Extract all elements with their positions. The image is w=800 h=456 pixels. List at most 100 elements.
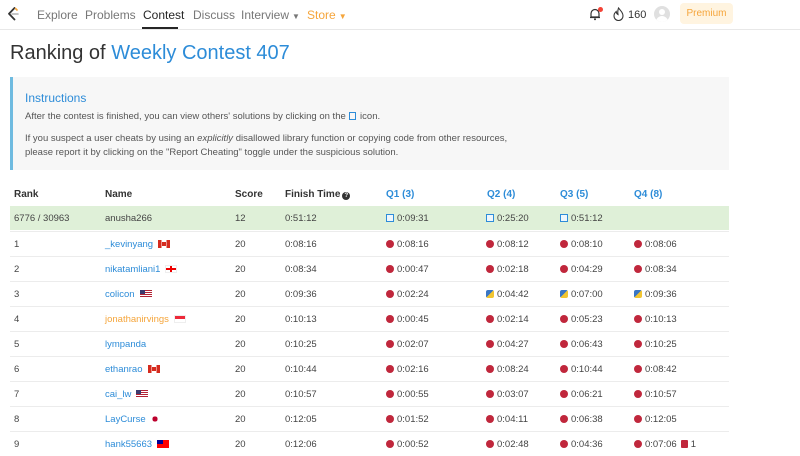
nav-explore[interactable]: Explore <box>37 8 78 22</box>
q4-cell[interactable]: 0:10:25 <box>634 339 677 350</box>
rank-cell: 7 <box>14 389 20 400</box>
name-cell[interactable]: colicon <box>105 289 152 300</box>
q1-cell[interactable]: 0:01:52 <box>386 414 429 425</box>
q1-cell[interactable]: 0:00:45 <box>386 314 429 325</box>
name-cell[interactable]: ethanrao <box>105 364 160 375</box>
q3-cell[interactable]: 0:04:29 <box>560 264 603 275</box>
q3-cell[interactable]: 0:06:21 <box>560 389 603 400</box>
q2-time: 0:08:12 <box>497 239 529 250</box>
q3-time: 0:10:44 <box>571 364 603 375</box>
q2-cell[interactable]: 0:03:07 <box>486 389 529 400</box>
q1-cell[interactable]: 0:02:16 <box>386 364 429 375</box>
flame-icon[interactable] <box>612 7 625 21</box>
q3-cell[interactable]: 0:05:23 <box>560 314 603 325</box>
q4-cell[interactable]: 0:08:06 <box>634 239 677 250</box>
q4-cell[interactable]: 0:10:13 <box>634 314 677 325</box>
contest-link[interactable]: Weekly Contest 407 <box>111 42 290 64</box>
q4-cell[interactable]: 0:09:36 <box>634 289 677 300</box>
q3-cell[interactable]: 0:10:44 <box>560 364 603 375</box>
q3-time: 0:06:43 <box>571 339 603 350</box>
nav-interview[interactable]: Interview ▼ <box>241 8 300 22</box>
table-row: 8 LayCurse 20 0:12:05 0:01:52 0:04:11 0:… <box>10 406 729 430</box>
python-icon <box>486 290 494 298</box>
name-cell[interactable]: lympanda <box>105 339 146 350</box>
q2-cell[interactable]: 0:08:24 <box>486 364 529 375</box>
name-cell[interactable]: jonathanirvings <box>105 314 186 325</box>
cpp-icon <box>486 365 494 373</box>
name-cell[interactable]: cai_lw <box>105 389 149 400</box>
finish-cell: 0:51:12 <box>285 213 317 224</box>
q4-cell[interactable]: 0:12:05 <box>634 414 677 425</box>
score-cell: 20 <box>235 264 246 275</box>
q1-cell[interactable]: 0:02:07 <box>386 339 429 350</box>
q1-cell[interactable]: 0:02:24 <box>386 289 429 300</box>
score-cell: 20 <box>235 314 246 325</box>
q1-cell[interactable]: 0:09:31 <box>386 213 429 224</box>
q2-cell[interactable]: 0:04:27 <box>486 339 529 350</box>
q3-cell[interactable]: 0:08:10 <box>560 239 603 250</box>
premium-button[interactable]: Premium <box>680 3 733 24</box>
q4-cell[interactable]: 0:10:57 <box>634 389 677 400</box>
instructions-title: Instructions <box>25 91 87 105</box>
q3-cell[interactable]: 0:06:43 <box>560 339 603 350</box>
q1-cell[interactable]: 0:00:47 <box>386 264 429 275</box>
q4-time: 0:08:42 <box>645 364 677 375</box>
q3-cell[interactable]: 0:51:12 <box>560 213 603 224</box>
table-row: 4 jonathanirvings 20 0:10:13 0:00:45 0:0… <box>10 306 729 330</box>
cpp-icon <box>560 340 568 348</box>
user-name: nikatamliani1 <box>105 264 161 275</box>
nav-problems[interactable]: Problems <box>85 8 136 22</box>
q2-cell[interactable]: 0:02:14 <box>486 314 529 325</box>
nav-discuss[interactable]: Discuss <box>193 8 235 22</box>
finish-cell: 0:12:05 <box>285 414 317 425</box>
q2-cell[interactable]: 0:02:18 <box>486 264 529 275</box>
leetcode-logo-icon[interactable] <box>6 7 20 21</box>
q1-cell[interactable]: 0:00:55 <box>386 389 429 400</box>
name-cell[interactable]: LayCurse <box>105 414 159 425</box>
q3-cell[interactable]: 0:06:38 <box>560 414 603 425</box>
flag-georgia-icon <box>165 265 178 273</box>
help-icon[interactable]: ? <box>342 192 351 200</box>
q1-cell[interactable]: 0:00:52 <box>386 439 429 450</box>
name-cell[interactable]: anusha266 <box>105 213 152 224</box>
q4-cell[interactable]: 0:08:42 <box>634 364 677 375</box>
cpp-icon <box>634 340 642 348</box>
instructions-line-2: If you suspect a user cheats by using an… <box>25 133 507 144</box>
q1-cell[interactable]: 0:08:16 <box>386 239 429 250</box>
avatar[interactable] <box>654 6 670 22</box>
header-q3[interactable]: Q3 (5) <box>560 189 588 200</box>
name-cell[interactable]: nikatamliani1 <box>105 264 178 275</box>
table-row: 6 ethanrao 20 0:10:44 0:02:16 0:08:24 0:… <box>10 356 729 380</box>
name-cell[interactable]: _kevinyang <box>105 239 171 250</box>
q3-cell[interactable]: 0:04:36 <box>560 439 603 450</box>
header-q4[interactable]: Q4 (8) <box>634 189 662 200</box>
cpp-icon <box>386 240 394 248</box>
chevron-down-icon: ▼ <box>292 12 300 21</box>
q4-cell[interactable]: 0:08:34 <box>634 264 677 275</box>
q3-cell[interactable]: 0:07:00 <box>560 289 603 300</box>
header-q1[interactable]: Q1 (3) <box>386 189 414 200</box>
q2-cell[interactable]: 0:25:20 <box>486 213 529 224</box>
name-cell[interactable]: hank55663 <box>105 439 170 450</box>
q3-time: 0:04:36 <box>571 439 603 450</box>
nav-interview-label: Interview <box>241 8 290 22</box>
notification-dot <box>598 7 603 12</box>
q1-time: 0:00:45 <box>397 314 429 325</box>
q4-time: 0:10:25 <box>645 339 677 350</box>
header-q2[interactable]: Q2 (4) <box>487 189 515 200</box>
q2-cell[interactable]: 0:04:11 <box>486 414 528 425</box>
rank-cell: 5 <box>14 339 20 350</box>
nav-store[interactable]: Store ▼ <box>307 8 347 22</box>
coin-count[interactable]: 160 <box>628 9 646 21</box>
user-name: cai_lw <box>105 389 132 400</box>
q3-time: 0:08:10 <box>571 239 603 250</box>
q2-cell[interactable]: 0:04:42 <box>486 289 529 300</box>
score-cell: 20 <box>235 389 246 400</box>
q2-cell[interactable]: 0:02:48 <box>486 439 529 450</box>
q4-cell[interactable]: 0:07:06 1 <box>634 439 696 450</box>
nav-store-label: Store <box>307 8 336 22</box>
cpp-icon <box>634 265 642 273</box>
q2-cell[interactable]: 0:08:12 <box>486 239 529 250</box>
q2-time: 0:03:07 <box>497 389 529 400</box>
nav-contest[interactable]: Contest <box>143 8 184 22</box>
